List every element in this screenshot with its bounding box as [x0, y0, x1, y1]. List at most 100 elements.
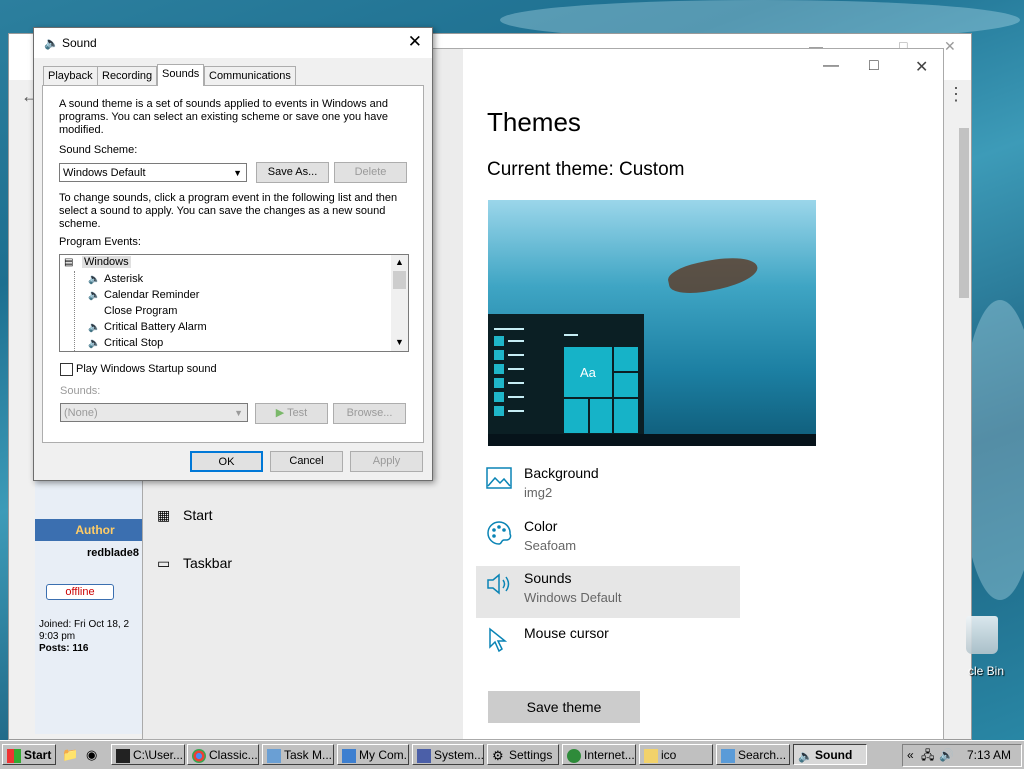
list-item[interactable]: Critical Stop — [104, 337, 163, 349]
mouse-cursor-option[interactable]: Mouse cursor — [476, 621, 740, 673]
option-title: Background — [524, 465, 599, 481]
apply-button[interactable]: Apply — [350, 451, 423, 472]
tray-expand-icon[interactable]: « — [907, 745, 914, 766]
close-icon[interactable]: ✕ — [408, 32, 422, 52]
minimize-icon[interactable]: — — [823, 57, 839, 75]
taskbar-icon: ▭ — [157, 555, 171, 571]
list-item[interactable]: Asterisk — [104, 273, 143, 285]
joined-line-1: Joined: Fri Oct 18, 2 — [39, 619, 130, 630]
palette-icon — [486, 520, 514, 548]
scroll-up-icon[interactable]: ▲ — [395, 257, 404, 267]
browser-menu-icon[interactable]: ⋮ — [947, 84, 965, 105]
cursor-icon — [486, 627, 514, 655]
taskbar-item[interactable]: Classic... — [187, 744, 259, 765]
taskbar-item[interactable]: C:\User... — [111, 744, 185, 765]
ok-button[interactable]: OK — [190, 451, 263, 472]
maximize-icon[interactable]: □ — [869, 57, 879, 75]
save-as-button[interactable]: Save As... — [256, 162, 329, 183]
speaker-icon: 🔈 — [798, 748, 813, 763]
taskbar-item[interactable]: Search... — [716, 744, 790, 765]
start-button[interactable]: Start — [2, 744, 56, 765]
program-events-label: Program Events: — [59, 236, 141, 248]
status-badge: offline — [46, 584, 114, 600]
taskbar-item[interactable]: System... — [412, 744, 484, 765]
joined-line-2: 9:03 pm — [39, 631, 76, 642]
dialog-title: Sound — [62, 36, 97, 50]
option-subtitle: img2 — [524, 485, 553, 500]
browse-button[interactable]: Browse... — [333, 403, 406, 424]
taskbar-item[interactable]: Internet... — [562, 744, 636, 765]
picture-icon — [486, 467, 514, 495]
tab-sounds[interactable]: Sounds — [157, 64, 205, 86]
preview-taskbar — [488, 434, 816, 446]
nav-item-taskbar[interactable]: ▭ Taskbar — [157, 555, 232, 572]
scroll-down-icon[interactable]: ▼ — [395, 337, 404, 347]
chrome-icon — [192, 748, 206, 763]
taskbar-item-label: Internet... — [584, 748, 635, 762]
list-item[interactable]: Calendar Reminder — [104, 289, 199, 301]
taskbar-item-label: Sound — [815, 748, 853, 762]
scrollbar-thumb[interactable] — [959, 128, 969, 298]
volume-icon[interactable]: 🔊 — [939, 745, 954, 766]
folder-icon — [644, 748, 658, 763]
search-icon — [721, 748, 735, 763]
taskbar-item-label: System... — [434, 748, 484, 762]
chrome-icon[interactable]: ◉ — [86, 747, 97, 763]
taskbar-item-label: My Com... — [359, 748, 409, 762]
page-title: Themes — [487, 107, 581, 137]
recycle-bin-label[interactable]: cle Bin — [968, 664, 1004, 678]
play-icon: ▶ — [275, 407, 285, 419]
taskbar-item-label: Search... — [738, 748, 787, 762]
sounds-select[interactable]: (None) ▼ — [60, 403, 248, 422]
author-header: Author — [35, 519, 155, 541]
cancel-button[interactable]: Cancel — [270, 451, 343, 472]
list-item[interactable]: Close Program — [104, 305, 177, 317]
program-events-list[interactable]: ▤ Windows 🔈 Asterisk 🔈 Calendar Reminder… — [59, 254, 409, 352]
taskbar: Start 📁 ◉ C:\User... Classic... Task M..… — [0, 740, 1024, 769]
list-item[interactable]: Critical Battery Alarm — [104, 321, 207, 333]
taskbar-item[interactable]: My Com... — [337, 744, 409, 765]
taskbar-item[interactable]: ico — [639, 744, 713, 765]
color-option[interactable]: Color Seafoam — [476, 514, 740, 566]
delete-button[interactable]: Delete — [334, 162, 407, 183]
username[interactable]: redblade8 — [87, 547, 139, 559]
windows-folder-icon: ▤ — [64, 257, 74, 268]
tab-playback[interactable]: Playback — [43, 66, 98, 85]
scheme-label: Sound Scheme: — [59, 144, 138, 156]
current-theme-heading: Current theme: Custom — [487, 159, 685, 180]
background-option[interactable]: Background img2 — [476, 461, 740, 513]
nav-item-start[interactable]: ▦ Start — [157, 507, 213, 524]
close-icon[interactable]: ✕ — [944, 38, 956, 55]
close-icon[interactable]: ✕ — [915, 57, 928, 77]
folder-icon[interactable]: 📁 — [62, 747, 78, 763]
tab-recording[interactable]: Recording — [97, 66, 158, 85]
option-subtitle: Seafoam — [524, 538, 577, 553]
windows-logo-icon — [7, 748, 21, 763]
scrollbar-thumb[interactable] — [393, 271, 406, 289]
internet-icon — [567, 748, 581, 763]
preview-start-menu: Aa — [488, 314, 644, 446]
taskbar-item[interactable]: Task M... — [262, 744, 334, 765]
task-manager-icon — [267, 748, 281, 763]
dialog-titlebar[interactable]: 🔈 Sound ✕ — [34, 28, 432, 58]
network-icon[interactable]: 🖧 — [921, 745, 934, 766]
events-root[interactable]: Windows — [82, 256, 131, 268]
events-scrollbar[interactable]: ▲ ▼ — [391, 255, 408, 351]
tab-communications[interactable]: Communications — [204, 66, 296, 85]
speaker-icon: 🔈 — [88, 274, 101, 285]
cmd-icon — [116, 748, 130, 763]
sounds-value: (None) — [64, 407, 98, 419]
change-sounds-text: To change sounds, click a program event … — [59, 192, 398, 230]
sounds-option[interactable]: Sounds Windows Default — [476, 566, 740, 618]
taskbar-item-active[interactable]: 🔈 Sound — [793, 744, 867, 765]
clock[interactable]: 7:13 AM — [967, 745, 1011, 766]
sound-dialog: 🔈 Sound ✕ Playback Recording Sounds Comm… — [33, 27, 433, 481]
sound-scheme-select[interactable]: Windows Default ▼ — [59, 163, 247, 182]
taskbar-item-label: C:\User... — [133, 748, 184, 762]
startup-sound-checkbox[interactable] — [60, 363, 73, 376]
option-title: Color — [524, 518, 558, 534]
recycle-bin-icon[interactable] — [966, 616, 998, 654]
taskbar-item[interactable]: ⚙ Settings — [487, 744, 559, 765]
save-theme-button[interactable]: Save theme — [488, 691, 640, 723]
test-button[interactable]: ▶ Test — [255, 403, 328, 424]
